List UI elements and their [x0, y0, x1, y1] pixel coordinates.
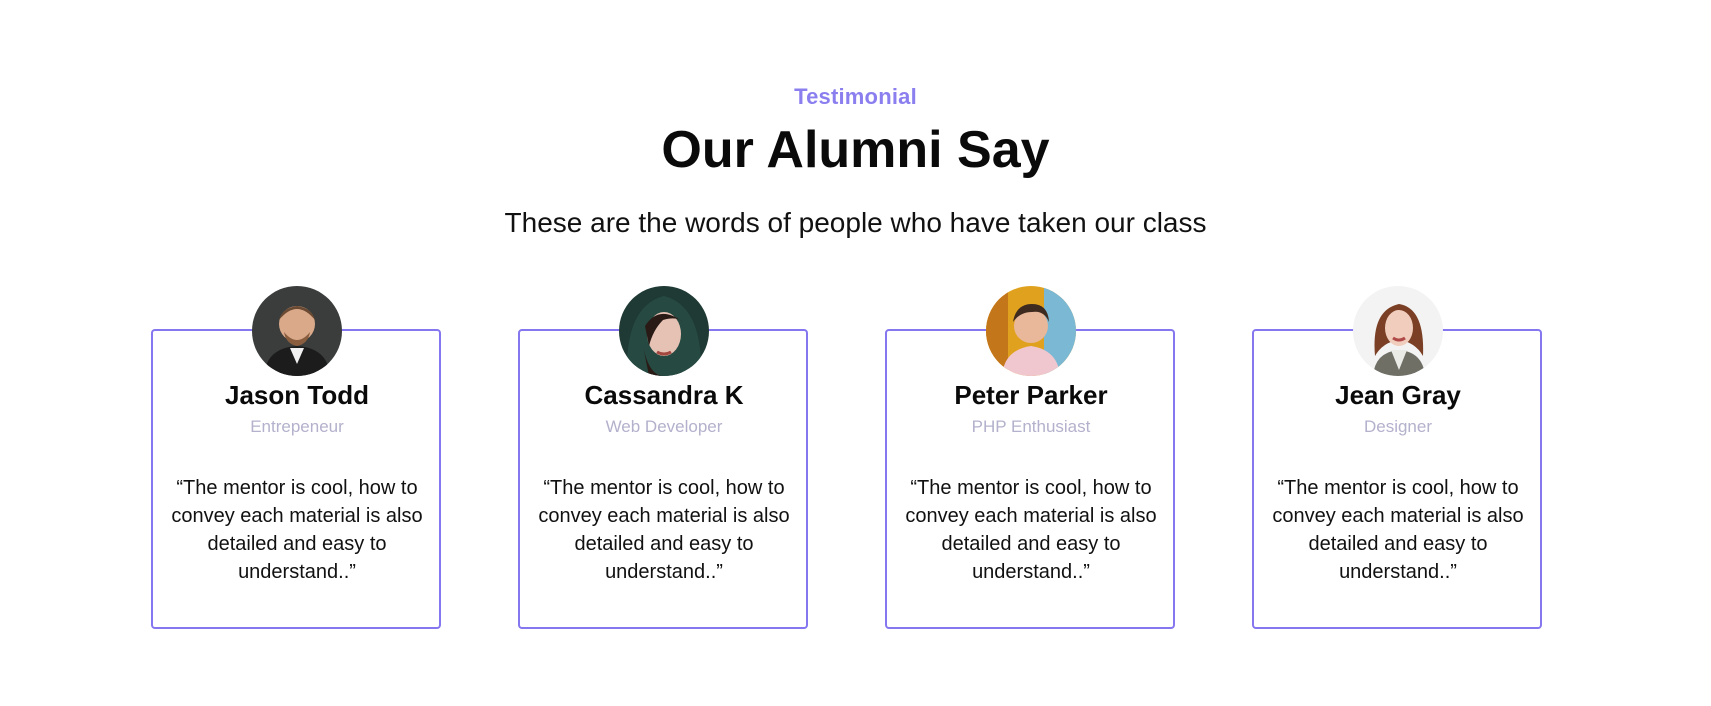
testimonial-card: Peter Parker PHP Enthusiast “The mentor …	[885, 286, 1177, 636]
alumni-quote: “The mentor is cool, how to convey each …	[905, 477, 1157, 583]
section-eyebrow: Testimonial	[794, 84, 917, 109]
section-title: Our Alumni Say	[661, 121, 1050, 179]
alumni-name: Jason Todd	[225, 380, 369, 410]
testimonial-section: Testimonial Our Alumni Say These are the…	[0, 0, 1711, 706]
alumni-role: Web Developer	[605, 417, 723, 436]
alumni-quote: “The mentor is cool, how to convey each …	[1272, 477, 1524, 583]
section-subtitle: These are the words of people who have t…	[504, 207, 1207, 238]
testimonial-card: Jean Gray Designer “The mentor is cool, …	[1252, 286, 1544, 636]
alumni-name: Cassandra K	[584, 380, 744, 410]
woman-hooded-portrait-avatar	[619, 286, 709, 376]
testimonial-card: Jason Todd Entrepeneur “The mentor is co…	[151, 286, 443, 636]
testimonial-card: Cassandra K Web Developer “The mentor is…	[518, 286, 810, 636]
alumni-quote: “The mentor is cool, how to convey each …	[171, 477, 423, 583]
alumni-quote: “The mentor is cool, how to convey each …	[538, 477, 790, 583]
woman-portrait-avatar	[1353, 286, 1443, 376]
alumni-name: Jean Gray	[1335, 380, 1461, 410]
alumni-role: Designer	[1363, 417, 1433, 436]
man-portrait-avatar	[252, 286, 342, 376]
testimonial-cards: Jason Todd Entrepeneur “The mentor is co…	[151, 286, 1561, 636]
young-man-portrait-avatar	[986, 286, 1076, 376]
alumni-role: Entrepeneur	[250, 417, 344, 436]
alumni-role: PHP Enthusiast	[971, 417, 1091, 436]
alumni-name: Peter Parker	[954, 380, 1108, 410]
